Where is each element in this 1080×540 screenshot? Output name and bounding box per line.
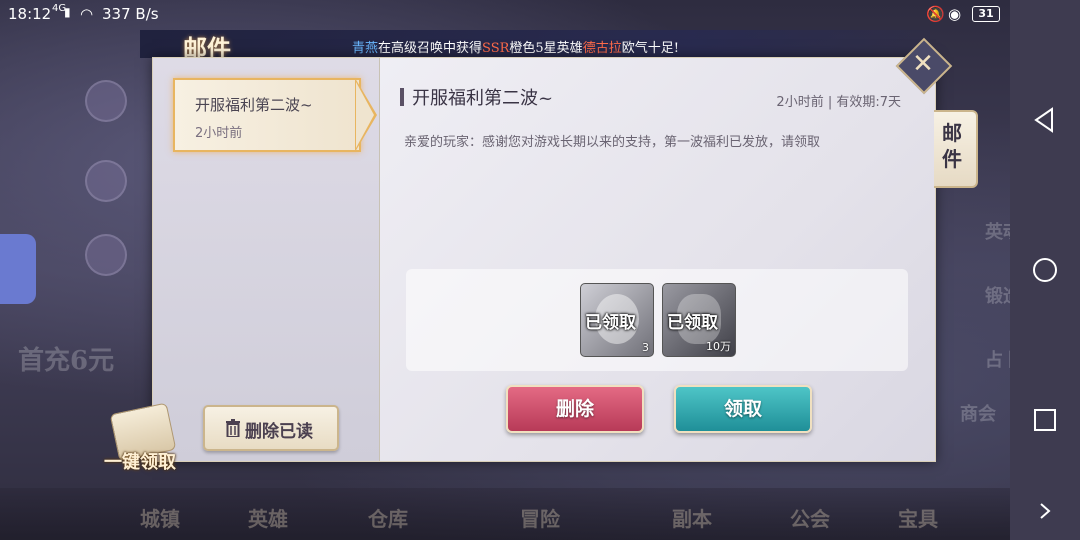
bg-welfare-icon [85, 160, 127, 202]
android-nav-bar [1010, 0, 1080, 540]
lock-icon: ◉ [948, 5, 962, 23]
announcement-mid2: 橙色5星英雄 [509, 41, 583, 56]
bg-activity-icon [85, 80, 127, 122]
delete-read-button[interactable]: 删除已读 [203, 405, 339, 451]
home-icon[interactable] [1030, 255, 1060, 285]
tab-mail[interactable]: 邮件 [934, 110, 978, 188]
close-icon[interactable]: ✕ [910, 46, 936, 82]
heading-accent-bar [400, 88, 404, 106]
signal-icon: ▮ [64, 5, 71, 19]
bg-newserver-icon [85, 234, 127, 276]
selected-item-arrow-fill [356, 82, 374, 148]
tab-mail-label: 邮件 [942, 121, 962, 171]
claim-all-button[interactable]: 一键领取 [96, 402, 196, 473]
net-speed: 337 B/s [102, 5, 159, 23]
mail-detail-pane: 开服福利第二波~ 2小时前 | 有效期:7天 亲爱的玩家：感谢您对游戏长期以来的… [380, 58, 935, 461]
announcement-hero: 德古拉 [582, 41, 622, 56]
mail-detail-meta: 2小时前 | 有效期:7天 [776, 95, 901, 110]
announcement-mid: 在高级召唤中获得 [378, 41, 483, 56]
chevron-right-icon[interactable] [1030, 496, 1060, 526]
announcement-player: 青燕 [352, 41, 379, 56]
mute-icon: 🔕 [926, 5, 945, 23]
bg-guild-shop: 商会 [960, 404, 996, 425]
battery-icon: 31 [972, 6, 1000, 22]
mail-item-time: 2小时前 [195, 126, 243, 141]
claimed-stamp: 已领取 [667, 313, 718, 333]
claimed-stamp: 已领取 [585, 313, 636, 333]
reward-count: 3 [642, 341, 649, 354]
clock: 18:12 [8, 5, 52, 23]
recents-icon[interactable] [1030, 405, 1060, 435]
bg-first-recharge: 首充6元 [18, 346, 115, 376]
announcement-ssr: SSR [482, 41, 510, 56]
status-bar: 18:12 4G ▮ ◠ 337 B/s 🔕 ◉ 31 [0, 0, 1010, 28]
reward-item-orb[interactable]: 已领取 3 [580, 283, 654, 357]
mail-list-pane: 开服福利第二波~ 2小时前 删除已读 [153, 58, 380, 461]
claim-button[interactable]: 领取 [674, 385, 812, 433]
reward-count: 10万 [706, 340, 731, 353]
bottom-nav-heroes[interactable]: 英雄 [248, 503, 288, 532]
claim-all-label: 一键领取 [104, 452, 176, 473]
mail-detail-title: 开服福利第二波~ [412, 88, 554, 109]
announcement-suffix: 欧气十足! [621, 41, 679, 56]
delete-button[interactable]: 删除 [506, 385, 644, 433]
bottom-nav-dungeon[interactable]: 副本 [672, 503, 712, 532]
reward-item-coin[interactable]: 已领取 10万 [662, 283, 736, 357]
delete-read-label: 删除已读 [245, 422, 313, 442]
trash-icon [226, 419, 240, 437]
back-icon[interactable] [1030, 105, 1060, 135]
wifi-icon: ◠ [80, 5, 94, 23]
bottom-nav-storage[interactable]: 仓库 [368, 503, 408, 532]
bottom-nav-guild[interactable]: 公会 [790, 503, 830, 532]
announcement-text: 青燕在高级召唤中获得SSR橙色5星英雄德古拉欧气十足! [352, 37, 679, 56]
bottom-nav-artifact[interactable]: 宝具 [898, 503, 938, 532]
mail-detail-body: 亲爱的玩家：感谢您对游戏长期以来的支持，第一波福利已发放，请领取 [404, 135, 821, 150]
mail-item-title: 开服福利第二波~ [195, 96, 313, 114]
left-edge-app-icon[interactable] [0, 234, 36, 304]
reward-box: 已领取 3 已领取 10万 [406, 269, 908, 371]
mail-dialog: 开服福利第二波~ 2小时前 删除已读 开服福利第二波~ 2小时前 | 有效期:7… [152, 57, 936, 462]
bottom-nav-adventure[interactable]: 冒险 [520, 503, 560, 532]
bottom-nav-town[interactable]: 城镇 [140, 503, 180, 532]
mail-list-item[interactable]: 开服福利第二波~ 2小时前 [173, 78, 361, 152]
